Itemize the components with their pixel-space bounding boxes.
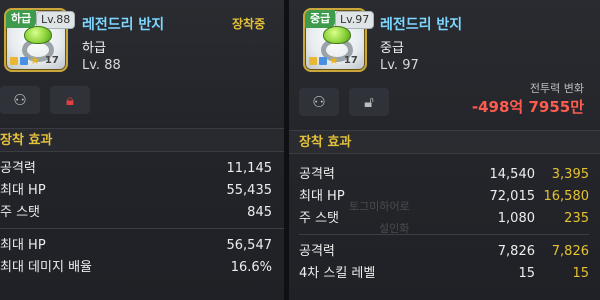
- left-star-count: 17: [44, 55, 59, 66]
- lock-button[interactable]: 🔒︎: [50, 86, 90, 114]
- stat-row: 주 스탯 845: [0, 205, 272, 220]
- share-button[interactable]: ⚇: [0, 86, 40, 114]
- right-item-panel: 중급 Lv.97 ★ 17 레전드리 반지 중급 Lv. 97 전투력 변화 -…: [289, 0, 600, 300]
- stat-row: 공격력 7,826 7,826: [299, 244, 589, 259]
- star-icon: ★: [329, 54, 339, 67]
- share-button[interactable]: ⚇: [299, 88, 339, 116]
- right-item-badges: ★ 17: [309, 54, 358, 67]
- divider: [299, 234, 589, 235]
- right-item-grade: 중급: [380, 41, 404, 56]
- star-icon: ★: [30, 54, 40, 67]
- left-item-level: Lv. 88: [82, 58, 121, 73]
- right-tool-row: ⚇ 🔓︎: [299, 88, 389, 116]
- lock-icon: 🔒︎: [66, 91, 74, 109]
- right-item-icon[interactable]: 중급 Lv.97 ★ 17: [303, 8, 375, 72]
- equipped-label: 장착중: [232, 17, 266, 31]
- left-item-grade: 하급: [82, 41, 106, 56]
- left-tool-row: ⚇ 🔒︎: [0, 86, 90, 114]
- unlock-icon: 🔓︎: [364, 93, 374, 111]
- divider: [0, 228, 284, 229]
- left-stats-primary: 공격력 11,145 최대 HP 55,435 주 스탯 845 최대 HP 5…: [0, 158, 284, 279]
- stat-row: 최대 HP 55,435: [0, 183, 272, 198]
- stat-row: 공격력 14,540 3,395: [299, 167, 589, 182]
- combat-power-change-label: 전투력 변화: [529, 82, 584, 95]
- left-item-header: 하급 Lv.88 ★ 17 레전드리 반지 하급 Lv. 88 장착중: [0, 6, 284, 84]
- left-section-title: 장착 효과: [0, 128, 284, 152]
- right-section-title: 장착 효과: [289, 130, 600, 154]
- left-item-panel: 하급 Lv.88 ★ 17 레전드리 반지 하급 Lv. 88 장착중 ⚇ 🔒︎…: [0, 0, 284, 300]
- left-item-name: 레전드리 반지: [82, 17, 165, 33]
- right-stats-primary: 공격력 14,540 3,395 최대 HP 72,015 16,580 주 스…: [299, 164, 589, 285]
- stat-row: 최대 데미지 배율 16.6%: [0, 260, 272, 275]
- stat-row: 주 스탯 1,080 235: [299, 211, 589, 226]
- right-item-name: 레전드리 반지: [380, 17, 463, 33]
- stat-row: 4차 스킬 레벨 15 15: [299, 266, 589, 281]
- unlock-button[interactable]: 🔓︎: [349, 88, 389, 116]
- combat-power-change-value: -498억 7955만: [471, 98, 584, 116]
- right-item-header: 중급 Lv.97 ★ 17 레전드리 반지 중급 Lv. 97 전투력 변화: [289, 6, 600, 95]
- left-item-icon[interactable]: 하급 Lv.88 ★ 17: [4, 8, 76, 72]
- stat-row: 최대 HP 56,547: [0, 238, 272, 253]
- left-item-badges: ★ 17: [10, 54, 59, 67]
- share-icon: ⚇: [13, 91, 27, 109]
- right-item-level: Lv. 97: [380, 58, 419, 73]
- stat-row: 공격력 11,145: [0, 161, 272, 176]
- right-star-count: 17: [343, 55, 358, 66]
- stat-row: 최대 HP 72,015 16,580: [299, 189, 589, 204]
- share-icon: ⚇: [312, 93, 326, 111]
